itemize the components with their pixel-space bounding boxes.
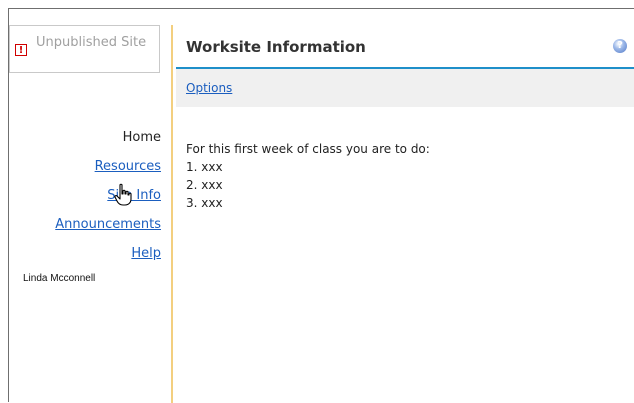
nav-item-announcements[interactable]: Announcements — [55, 210, 161, 239]
vertical-divider — [171, 25, 173, 403]
worksite-information-body: For this first week of class you are to … — [186, 140, 430, 212]
tool-content: Worksite Information ? Options For this … — [176, 25, 634, 403]
nav-item-help[interactable]: Help — [55, 239, 161, 268]
unpublished-site-label: Unpublished Site — [36, 35, 147, 50]
left-navigation: ! Unpublished Site Home Resources Site I… — [9, 9, 169, 402]
info-list-item: 1. xxx — [186, 160, 223, 174]
nav-item-resources[interactable]: Resources — [55, 152, 161, 181]
page-title: Worksite Information — [186, 38, 366, 56]
nav-item-label[interactable]: Site Info — [107, 188, 161, 203]
user-name: Linda Mcconnell — [23, 273, 96, 284]
nav-item-label[interactable]: Resources — [95, 159, 161, 174]
nav-item-home: Home — [55, 123, 161, 152]
info-list-item: 2. xxx — [186, 178, 223, 192]
nav-item-label: Home — [122, 130, 161, 145]
help-icon[interactable]: ? — [613, 39, 627, 53]
portal-frame: ! Unpublished Site Home Resources Site I… — [8, 8, 634, 403]
options-link[interactable]: Options — [186, 81, 232, 95]
info-intro: For this first week of class you are to … — [186, 142, 430, 156]
nav-item-label[interactable]: Help — [131, 246, 161, 261]
info-list-item: 3. xxx — [186, 196, 223, 210]
nav-item-site-info[interactable]: Site Info — [55, 181, 161, 210]
site-tool-menu: Home Resources Site Info Announcements H… — [55, 123, 161, 268]
options-bar: Options — [176, 69, 634, 107]
warning-icon: ! — [15, 44, 27, 56]
unpublished-site-notice: ! Unpublished Site — [9, 25, 160, 73]
nav-item-label[interactable]: Announcements — [55, 217, 161, 232]
